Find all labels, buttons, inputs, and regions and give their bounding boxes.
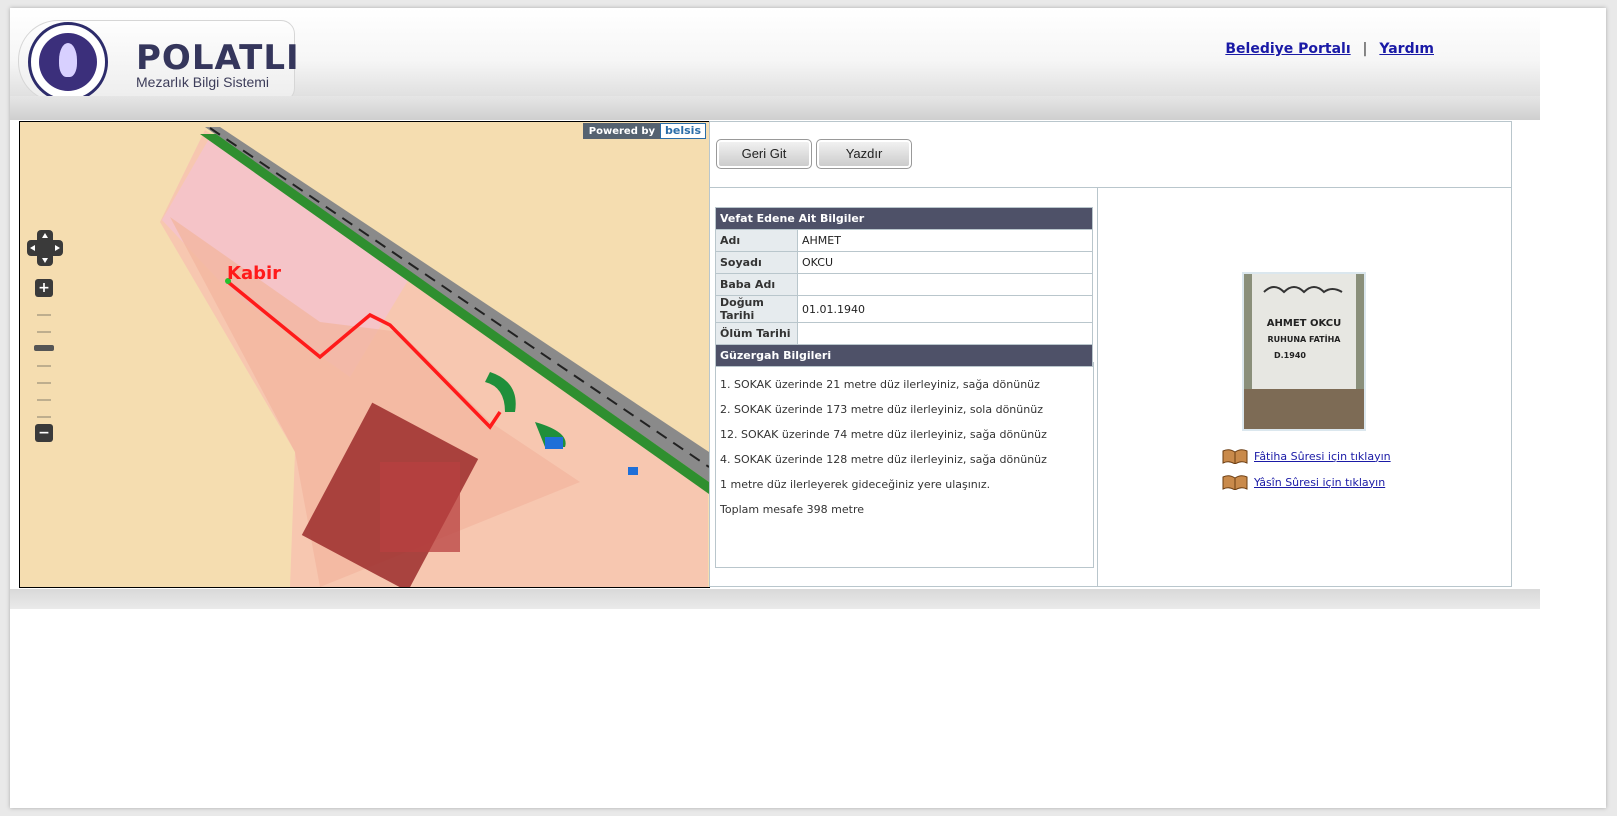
gravestone-text-date: D.1940 [1274, 351, 1306, 360]
top-links: Belediye Portalı | Yardım [1225, 41, 1434, 57]
zoom-slider-track[interactable] [37, 299, 51, 421]
route-step: 1 metre düz ilerleyerek gideceğiniz yere… [720, 478, 991, 491]
field-value [797, 322, 1093, 345]
help-link[interactable]: Yardım [1379, 41, 1434, 57]
gravestone-text-name: AHMET OKCU [1267, 318, 1341, 329]
table-row: Baba Adı [715, 273, 1093, 296]
field-label: Soyadı [715, 251, 798, 274]
header-band [10, 96, 1540, 120]
field-value: AHMET [797, 229, 1093, 252]
grave-marker-label: Kabir [227, 263, 281, 284]
table-row: Doğum Tarihi 01.01.1940 [715, 295, 1093, 323]
field-value: OKCU [797, 251, 1093, 274]
field-value [797, 273, 1093, 296]
deceased-section-title: Vefat Edene Ait Bilgiler [715, 207, 1093, 230]
table-row: Ölüm Tarihi [715, 322, 1093, 345]
header: POLATLI Mezarlık Bilgi Sistemi Belediye … [10, 8, 1540, 103]
route-step: 12. SOKAK üzerinde 74 metre düz ilerleyi… [720, 428, 1047, 441]
logo-subtitle: Mezarlık Bilgi Sistemi [136, 74, 270, 90]
route-step: 2. SOKAK üzerinde 173 metre düz ilerleyi… [720, 403, 1043, 416]
field-label: Ölüm Tarihi [715, 322, 798, 345]
route-step: 1. SOKAK üzerinde 21 metre düz ilerleyin… [720, 378, 1040, 391]
footer-band [10, 589, 1540, 609]
table-row: Adı AHMET [715, 229, 1093, 252]
gravestone-text-prayer: RUHUNA FATİHA [1268, 334, 1342, 344]
fatiha-link[interactable]: Fâtiha Sûresi için tıklayın [1254, 450, 1391, 463]
zoom-slider-handle[interactable] [34, 345, 54, 351]
municipality-logo [28, 22, 108, 102]
map-canvas[interactable]: Kabir [20, 122, 709, 587]
route-directions: 1. SOKAK üzerinde 21 metre düz ilerleyin… [715, 362, 1094, 568]
route-step: 4. SOKAK üzerinde 128 metre düz ilerleyi… [720, 453, 1047, 466]
field-label: Adı [715, 229, 798, 252]
field-value: 01.01.1940 [797, 295, 1093, 323]
powered-by-badge: Powered by belsis [582, 123, 706, 139]
portal-link[interactable]: Belediye Portalı [1225, 41, 1350, 57]
belsis-logo: belsis [660, 123, 706, 139]
zoom-in-button[interactable]: + [35, 279, 53, 297]
toolbar: Geri Git Yazdır [710, 122, 1511, 188]
print-button[interactable]: Yazdır [816, 139, 912, 169]
yasin-link[interactable]: Yâsîn Sûresi için tıklayın [1254, 476, 1385, 489]
details-panel: Geri Git Yazdır Vefat Edene Ait Bilgiler… [709, 121, 1512, 587]
zoom-control: + − [34, 279, 54, 442]
zoom-out-button[interactable]: − [35, 424, 53, 442]
link-separator: | [1362, 41, 1368, 57]
back-button[interactable]: Geri Git [716, 139, 812, 169]
pan-control[interactable] [27, 230, 63, 266]
cemetery-map[interactable]: Kabir Powered by belsis [19, 121, 710, 588]
field-label: Baba Adı [715, 273, 798, 296]
logo-title: POLATLI [136, 38, 300, 78]
field-label: Doğum Tarihi [715, 295, 798, 323]
column-divider [1097, 188, 1098, 586]
powered-label: Powered by [588, 125, 656, 137]
gravestone-photo[interactable]: AHMET OKCU RUHUNA FATİHA D.1940 [1242, 272, 1366, 431]
deceased-info-table: Vefat Edene Ait Bilgiler Adı AHMET Soyadı… [715, 207, 1093, 367]
quran-book-icon [1222, 475, 1248, 490]
yasin-link-row: Yâsîn Sûresi için tıklayın [1222, 474, 1385, 490]
route-total: Toplam mesafe 398 metre [720, 503, 864, 516]
table-row: Soyadı OKCU [715, 251, 1093, 274]
fatiha-link-row: Fâtiha Sûresi için tıklayın [1222, 448, 1391, 464]
quran-book-icon [1222, 449, 1248, 464]
